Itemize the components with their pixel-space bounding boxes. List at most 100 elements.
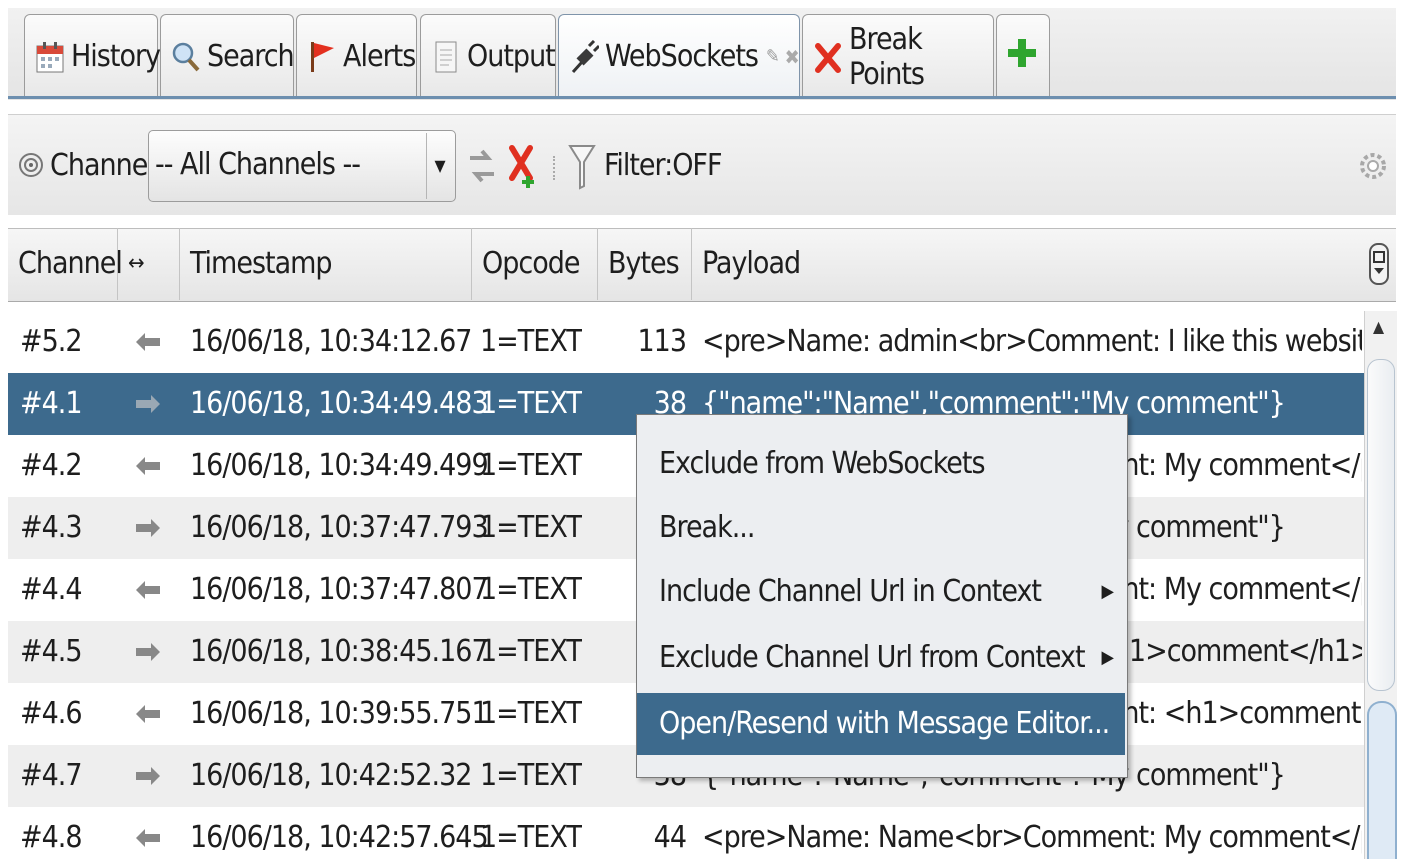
tab-label: Output <box>467 39 556 74</box>
menu-item-label: Break... <box>659 510 755 545</box>
tab-history[interactable]: History <box>24 14 161 98</box>
gear-icon[interactable] <box>1358 144 1388 192</box>
cell-channel: #5.2 <box>20 324 82 359</box>
red-x-icon <box>813 40 843 74</box>
column-header-direction[interactable]: ↔ <box>118 228 180 300</box>
cell-timestamp: 16/06/18, 10:34:49.499 <box>190 448 488 483</box>
tab-label: History <box>71 39 161 74</box>
column-header-payload[interactable]: Payload <box>692 228 1364 300</box>
outbound-arrow-icon <box>134 621 164 683</box>
close-icon[interactable]: ✖ <box>785 45 800 69</box>
vertical-scrollbar[interactable]: ▲ <box>1364 311 1397 859</box>
channel-select-value: -- All Channels -- <box>155 147 361 182</box>
cell-opcode: 1=TEXT <box>480 634 582 669</box>
cell-opcode: 1=TEXT <box>480 386 582 421</box>
tab-label: WebSockets <box>605 39 759 74</box>
menu-item-label: Open/Resend with Message Editor... <box>659 706 1110 741</box>
menu-item-include-channel-url[interactable]: Include Channel Url in Context ▶ <box>637 561 1125 623</box>
dropdown-arrow-icon[interactable]: ▼ <box>426 133 453 199</box>
tab-label: Search <box>207 39 295 74</box>
channel-label: Channel: <box>50 148 163 183</box>
delete-add-icon[interactable] <box>508 144 542 194</box>
cell-opcode: 1=TEXT <box>480 572 582 607</box>
menu-item-label: Exclude Channel Url from Context <box>659 640 1086 675</box>
cell-timestamp: 16/06/18, 10:39:55.751 <box>190 696 488 731</box>
cell-opcode: 1=TEXT <box>480 696 582 731</box>
radio-target-icon <box>18 152 44 182</box>
column-header-opcode[interactable]: Opcode <box>472 228 598 300</box>
column-header-timestamp[interactable]: Timestamp <box>180 228 472 300</box>
cell-payload: <pre>Name: admin<br>Comment: I like this… <box>702 324 1362 359</box>
cell-channel: #4.7 <box>20 758 82 793</box>
submenu-arrow-icon: ▶ <box>1101 647 1115 668</box>
plus-icon <box>1007 36 1037 78</box>
menu-item-break[interactable]: Break... <box>637 497 1125 559</box>
scroll-thumb[interactable] <box>1367 359 1395 691</box>
tab-break-points[interactable]: Break Points <box>802 14 994 98</box>
cell-channel: #4.5 <box>20 634 82 669</box>
inbound-arrow-icon <box>134 435 164 497</box>
menu-item-exclude-channel-url[interactable]: Exclude Channel Url from Context ▶ <box>637 627 1125 689</box>
cell-channel: #4.6 <box>20 696 82 731</box>
pin-icon[interactable]: ✎ <box>766 46 780 67</box>
calendar-icon <box>35 40 65 74</box>
cell-timestamp: 16/06/18, 10:37:47.807 <box>190 572 488 607</box>
cell-channel: #4.3 <box>20 510 82 545</box>
column-header-bytes[interactable]: Bytes <box>598 228 692 300</box>
toolbar-separator <box>553 156 557 180</box>
plug-icon <box>569 39 601 74</box>
submenu-arrow-icon: ▶ <box>1101 581 1115 602</box>
flag-icon <box>307 40 337 74</box>
menu-item-label: Exclude from WebSockets <box>659 446 986 481</box>
cell-bytes: 44 <box>653 820 686 855</box>
column-chooser-icon[interactable] <box>1368 240 1390 296</box>
cell-timestamp: 16/06/18, 10:42:52.32 <box>190 758 472 793</box>
inbound-arrow-icon <box>134 311 164 373</box>
cell-bytes: 113 <box>637 324 686 359</box>
menu-item-open-resend-message-editor[interactable]: Open/Resend with Message Editor... <box>637 693 1125 755</box>
magnifier-icon <box>171 40 201 74</box>
menu-item-exclude-from-websockets[interactable]: Exclude from WebSockets <box>637 433 1125 495</box>
filter-funnel-icon[interactable] <box>568 142 596 196</box>
document-icon <box>431 40 461 74</box>
scroll-up-icon[interactable]: ▲ <box>1373 317 1384 336</box>
table-row[interactable]: #4.8 16/06/18, 10:42:57.645 1=TEXT 44 <p… <box>8 807 1364 859</box>
cell-channel: #4.2 <box>20 448 82 483</box>
scroll-track-lower <box>1367 701 1397 859</box>
cell-channel: #4.4 <box>20 572 82 607</box>
add-tab-button[interactable] <box>996 14 1050 98</box>
menu-item-label: Include Channel Url in Context <box>659 574 1042 609</box>
outbound-arrow-icon <box>134 497 164 559</box>
tab-websockets[interactable]: WebSockets ✎ ✖ <box>558 14 800 98</box>
cell-timestamp: 16/06/18, 10:42:57.645 <box>190 820 488 855</box>
context-menu: Exclude from WebSockets Break... Include… <box>636 414 1128 778</box>
outbound-arrow-icon <box>134 745 164 807</box>
sync-arrows-icon[interactable] <box>468 146 496 190</box>
cell-opcode: 1=TEXT <box>480 448 582 483</box>
cell-timestamp: 16/06/18, 10:38:45.167 <box>190 634 488 669</box>
tab-label: Break Points <box>849 21 925 92</box>
tab-search[interactable]: Search <box>160 14 295 98</box>
cell-opcode: 1=TEXT <box>480 324 582 359</box>
inbound-arrow-icon <box>134 683 164 745</box>
cell-channel: #4.8 <box>20 820 82 855</box>
tab-alerts[interactable]: Alerts <box>296 14 417 98</box>
cell-timestamp: 16/06/18, 10:37:47.793 <box>190 510 488 545</box>
tab-label: Alerts <box>343 39 416 74</box>
channel-select[interactable]: -- All Channels -- ▼ <box>148 130 456 202</box>
cell-payload: <pre>Name: Name<br>Comment: My comment</… <box>702 820 1362 855</box>
tab-underline <box>8 96 1396 99</box>
cell-opcode: 1=TEXT <box>480 820 582 855</box>
table-row[interactable]: #5.2 16/06/18, 10:34:12.67 1=TEXT 113 <p… <box>8 311 1364 373</box>
column-header-channel[interactable]: Channel <box>8 228 123 300</box>
cell-channel: #4.1 <box>20 386 82 421</box>
inbound-arrow-icon <box>134 559 164 621</box>
websockets-panel: History Search Alerts Output WebSockets … <box>0 0 1401 859</box>
filter-status[interactable]: Filter:OFF <box>604 148 722 183</box>
cell-opcode: 1=TEXT <box>480 758 582 793</box>
cell-timestamp: 16/06/18, 10:34:12.67 <box>190 324 472 359</box>
outbound-arrow-icon <box>134 373 164 435</box>
tab-output[interactable]: Output <box>420 14 556 98</box>
inbound-arrow-icon <box>134 807 164 859</box>
cell-opcode: 1=TEXT <box>480 510 582 545</box>
